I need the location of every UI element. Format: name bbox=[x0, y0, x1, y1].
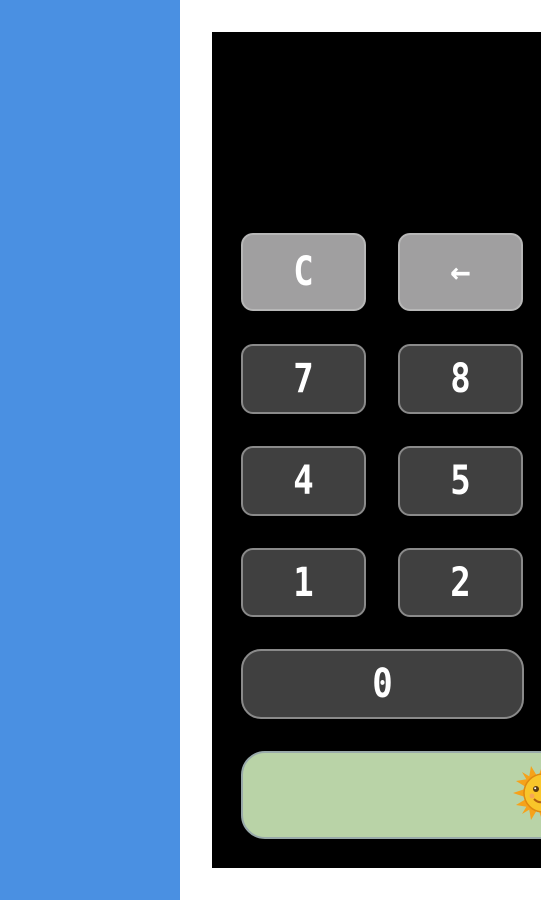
action-button[interactable] bbox=[241, 751, 541, 839]
digit-5-button[interactable]: 5 bbox=[398, 446, 523, 516]
clear-label: C bbox=[293, 248, 314, 296]
sun-face-icon bbox=[513, 766, 541, 820]
digit-8-label: 8 bbox=[450, 355, 471, 403]
digit-8-button[interactable]: 8 bbox=[398, 344, 523, 414]
digit-0-button[interactable]: 0 bbox=[241, 649, 524, 719]
digit-7-button[interactable]: 7 bbox=[241, 344, 366, 414]
digit-4-label: 4 bbox=[293, 457, 314, 505]
digit-0-label: 0 bbox=[372, 660, 393, 708]
side-panel bbox=[0, 0, 180, 900]
backspace-icon: ← bbox=[450, 252, 471, 292]
digit-2-button[interactable]: 2 bbox=[398, 548, 523, 617]
digit-2-label: 2 bbox=[450, 558, 471, 607]
calculator: C ← 7 8 4 5 1 2 0 bbox=[212, 32, 541, 868]
digit-5-label: 5 bbox=[450, 457, 471, 505]
digit-4-button[interactable]: 4 bbox=[241, 446, 366, 516]
backspace-button[interactable]: ← bbox=[398, 233, 523, 311]
digit-7-label: 7 bbox=[293, 355, 314, 403]
digit-1-label: 1 bbox=[293, 558, 314, 607]
calculator-display bbox=[212, 32, 541, 222]
digit-1-button[interactable]: 1 bbox=[241, 548, 366, 617]
clear-button[interactable]: C bbox=[241, 233, 366, 311]
